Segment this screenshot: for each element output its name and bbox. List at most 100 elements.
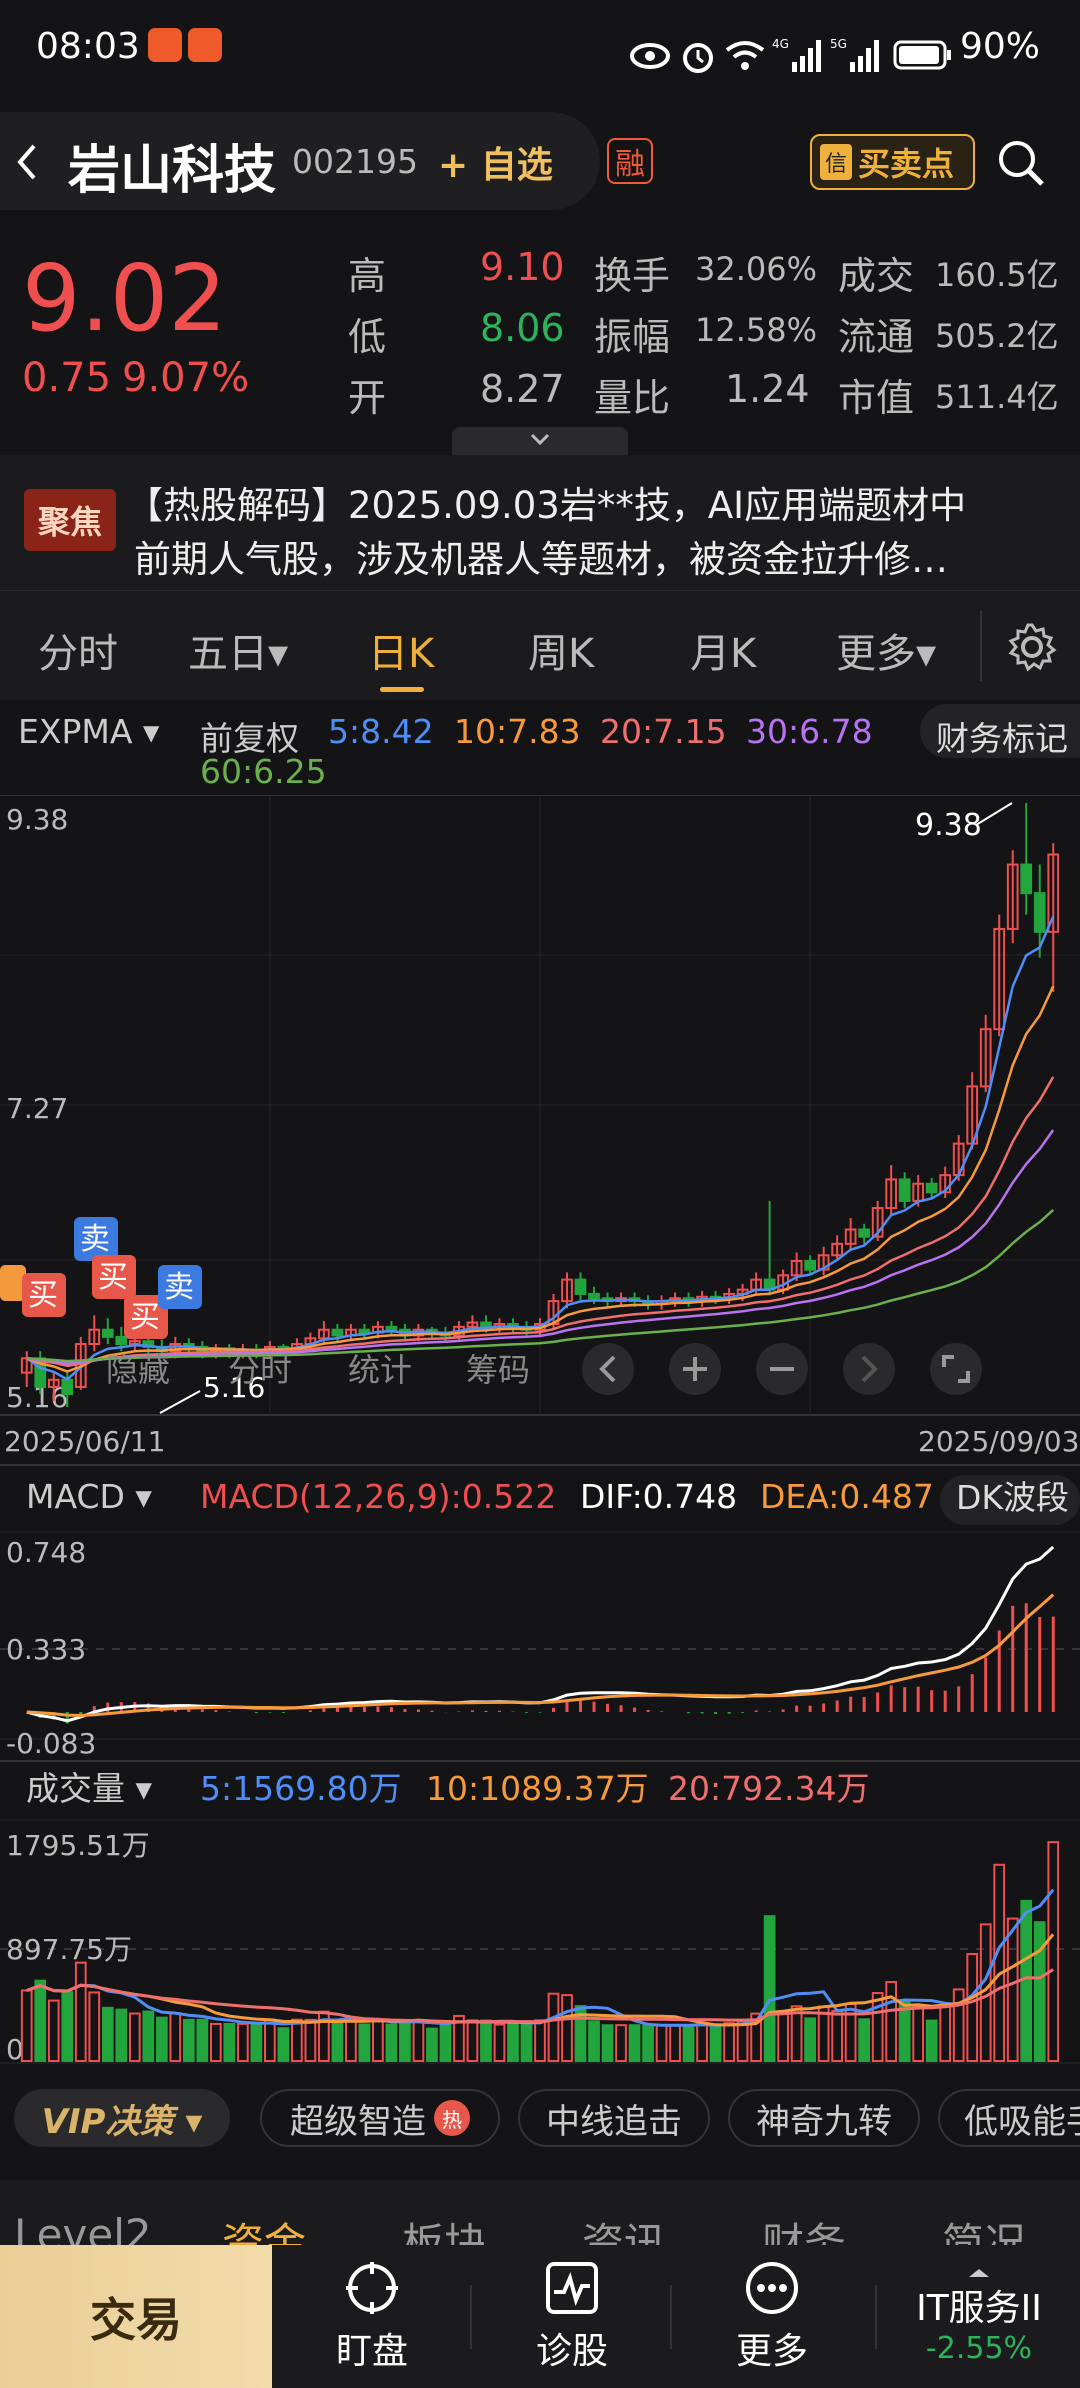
- volume-bar: [304, 2018, 317, 2063]
- macd-select[interactable]: MACD ▾: [26, 1477, 152, 1516]
- volume-bar: [601, 2024, 614, 2062]
- search-icon[interactable]: [996, 138, 1046, 188]
- tab-weekly-k[interactable]: 周K: [528, 621, 594, 679]
- chip-mid-term[interactable]: 中线追击: [518, 2089, 710, 2147]
- volume-bar: [196, 2018, 209, 2062]
- tab-level2[interactable]: Level2: [14, 2210, 152, 2245]
- tool-prev-icon[interactable]: [582, 1343, 634, 1395]
- amplitude-label: 振幅: [594, 315, 671, 359]
- tab-daily-k[interactable]: 日K: [368, 621, 434, 679]
- eye-icon: [630, 43, 670, 69]
- chip-super-smart[interactable]: 超级智造 热: [260, 2089, 500, 2147]
- tool-chips[interactable]: 筹码: [466, 1351, 530, 1389]
- amplitude-value: 12.58%: [695, 311, 818, 349]
- sector-name: IT服务II: [916, 2288, 1042, 2329]
- svg-text:4G: 4G: [772, 37, 789, 51]
- volume-bar: [547, 1992, 560, 2062]
- battery-icon: [893, 40, 951, 70]
- macd-dif: DIF:0.748: [580, 1477, 737, 1516]
- volume-bar: [88, 1991, 101, 2062]
- volume-bar: [493, 2023, 506, 2063]
- macd-value: MACD(12,26,9):0.522: [200, 1477, 556, 1516]
- volume-bar: [74, 1961, 87, 2062]
- volume-bar: [331, 2019, 344, 2063]
- pulse-chart-icon: [546, 2261, 598, 2314]
- vol-ma10: 10:1089.37万: [426, 1769, 649, 1808]
- volume-bar: [128, 2012, 141, 2062]
- candle: [898, 1178, 911, 1202]
- gear-icon[interactable]: [1006, 621, 1058, 673]
- buy-sell-point-button[interactable]: 信 买卖点: [810, 134, 975, 190]
- volume-bar: [925, 2019, 938, 2063]
- stock-name: 岩山科技: [68, 141, 277, 201]
- vol-ma20: 20:792.34万: [668, 1769, 870, 1808]
- ema-30: 30:6.78: [746, 712, 873, 751]
- chart-tools: 隐藏 分时 统计 筹码: [106, 1343, 982, 1395]
- svg-text:买: 买: [130, 1300, 160, 1335]
- kline-chart[interactable]: 9.38 7.27 5.16 9.38 5.16 隐藏 分时 统计 筹码 买 卖…: [0, 795, 1080, 2085]
- macd-dea: DEA:0.487: [760, 1477, 934, 1516]
- low-label: 低: [348, 315, 387, 359]
- volume-bar: [736, 2020, 749, 2063]
- volume-bar: [696, 2022, 708, 2063]
- high-value: 9.10: [480, 245, 565, 289]
- tool-intraday[interactable]: 分时: [228, 1351, 292, 1389]
- tab-monthly-k[interactable]: 月K: [690, 621, 756, 679]
- sector-change: -2.55%: [925, 2331, 1033, 2366]
- tab-sector[interactable]: 板块: [402, 2210, 486, 2245]
- trade-button[interactable]: 交易: [0, 2245, 272, 2388]
- vol-ratio-label: 量比: [594, 376, 671, 420]
- nav-watch[interactable]: 盯盘: [272, 2245, 472, 2388]
- kline-indicator-bar: EXPMA ▾ 前复权 5:8.42 10:7.83 20:7.15 30:6.…: [0, 700, 1080, 795]
- volume-bar: [615, 2024, 627, 2063]
- finance-mark-button[interactable]: 财务标记: [920, 704, 1080, 758]
- quote-panel: 9.02 0.75 9.07% 高 9.10 低 8.06 开 8.27 换手 …: [0, 215, 1080, 455]
- indicator-select[interactable]: EXPMA ▾: [18, 712, 159, 751]
- candle: [925, 1182, 938, 1194]
- tool-next-icon[interactable]: [843, 1343, 895, 1395]
- float-label: 流通: [838, 315, 915, 359]
- stock-name-pill: 岩山科技 002195 + 自选: [0, 112, 600, 210]
- nav-more[interactable]: 更多: [672, 2245, 872, 2388]
- volume-bar: [1033, 1921, 1046, 2062]
- chip-magic-nine[interactable]: 神奇九转: [728, 2089, 920, 2147]
- tab-intraday[interactable]: 分时: [38, 621, 118, 679]
- tab-capital[interactable]: 资金: [222, 2210, 306, 2245]
- volume-bar: [858, 2018, 871, 2062]
- sector-ticker[interactable]: IT服务II -2.55%: [878, 2245, 1080, 2388]
- svg-text:买: 买: [98, 1260, 128, 1295]
- news-banner[interactable]: 聚焦 【热股解码】2025.09.03岩**技，AI应用端题材中 前期人气股，涉…: [0, 455, 1080, 590]
- volume-bar: [358, 2023, 371, 2062]
- volume-bar: [777, 2010, 789, 2062]
- news-line-2: 前期人气股，涉及机器人等题材，被资金拉升修…: [134, 538, 948, 581]
- tab-news[interactable]: 资讯: [582, 2210, 666, 2245]
- volume-bar: [912, 2004, 925, 2063]
- stock-code: 002195: [292, 142, 418, 181]
- vol-ratio-value: 1.24: [725, 367, 810, 411]
- tab-profile[interactable]: 简况: [942, 2210, 1026, 2245]
- tab-five-day[interactable]: 五日▾: [188, 621, 288, 679]
- candle: [1033, 892, 1046, 933]
- chip-low-buy[interactable]: 低吸能手: [938, 2089, 1080, 2147]
- deal-label: 成交: [838, 254, 915, 298]
- volume-select[interactable]: 成交量 ▾: [26, 1769, 152, 1808]
- expand-quote-button[interactable]: [452, 427, 628, 455]
- tab-finance[interactable]: 财务: [762, 2210, 846, 2245]
- last-price: 9.02: [22, 245, 227, 352]
- back-arrow-icon[interactable]: [14, 142, 40, 182]
- fullscreen-icon[interactable]: [930, 1343, 982, 1395]
- tool-hide[interactable]: 隐藏: [106, 1351, 170, 1389]
- nav-diagnose[interactable]: 诊股: [472, 2245, 672, 2388]
- volume-bar: [871, 1992, 884, 2062]
- more-dots-icon: [746, 2261, 798, 2314]
- candle: [331, 1328, 344, 1337]
- battery-percent: 90%: [960, 26, 1041, 67]
- chevron-down-icon: [530, 433, 550, 446]
- add-watchlist-button[interactable]: + 自选: [438, 136, 553, 188]
- vip-decision-button[interactable]: VIP决策 ▾: [14, 2089, 230, 2147]
- tool-stats[interactable]: 统计: [348, 1351, 412, 1389]
- volume-bar: [385, 2023, 398, 2063]
- min-price-pointer: [159, 1390, 201, 1414]
- tab-more[interactable]: 更多▾: [836, 621, 936, 679]
- signal-5g-icon: 5G: [830, 37, 879, 72]
